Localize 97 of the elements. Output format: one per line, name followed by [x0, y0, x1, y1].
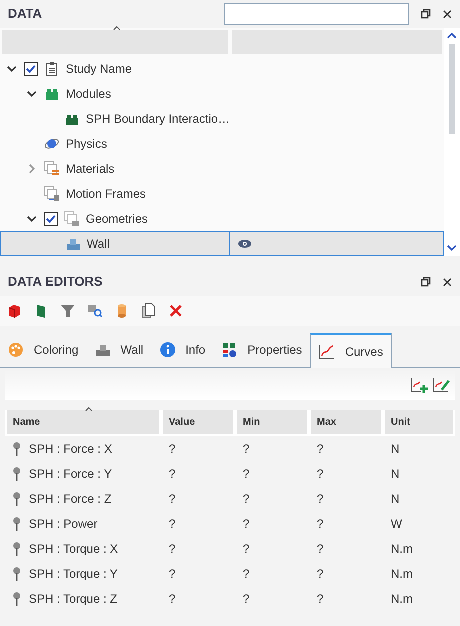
delete-icon[interactable] [168, 303, 184, 319]
float-icon[interactable] [421, 277, 431, 287]
table-cell-text: ? [243, 516, 250, 532]
table-cell-text: SPH : Force : Y [29, 466, 112, 482]
table-cell-text: ? [317, 590, 324, 608]
pin-icon [13, 566, 21, 580]
table-cell-text: SPH : Power [29, 516, 98, 532]
tree-row[interactable]: Physics [0, 131, 230, 156]
column-header[interactable]: Name [7, 410, 159, 434]
tree-row[interactable]: Wall [0, 231, 230, 256]
close-icon[interactable] [443, 278, 452, 286]
panel-title: DATA [8, 5, 44, 24]
table-cell-text: ? [317, 516, 324, 532]
table-cell-text: ? [169, 490, 176, 508]
table-cell-text: ? [317, 440, 324, 458]
table-cell-text: ? [243, 466, 250, 482]
pin-icon [13, 492, 21, 506]
search-field[interactable] [224, 3, 409, 25]
table-cell-text: ? [169, 540, 176, 558]
tree-row[interactable]: Geometries [0, 206, 230, 231]
tree-item-label: Wall [87, 236, 110, 252]
tree-row[interactable]: Materials [0, 156, 230, 181]
tab[interactable]: Curves [310, 333, 392, 368]
tree-row[interactable]: Motion Frames [0, 181, 230, 206]
checkbox[interactable] [44, 212, 58, 226]
scrollbar[interactable] [444, 28, 460, 256]
inspect-icon[interactable] [87, 303, 103, 319]
table-cell-text: ? [243, 566, 250, 582]
table-cell-text: ? [243, 490, 250, 508]
scroll-down-icon[interactable] [447, 244, 457, 252]
tab[interactable]: Info [152, 333, 214, 367]
copy-icon[interactable] [141, 303, 157, 319]
cube-icon[interactable] [6, 303, 22, 319]
pin-icon [13, 542, 21, 556]
table-cell-text: N.m [391, 590, 413, 608]
table-cell-text: ? [169, 566, 176, 582]
panel-title: DATA EDITORS [8, 273, 104, 292]
column-header[interactable]: Value [163, 410, 233, 434]
clipboard-icon [44, 60, 60, 76]
tree-item-label: Materials [66, 160, 115, 178]
column-header[interactable]: Min [237, 410, 307, 434]
table-cell-text: SPH : Torque : Z [29, 590, 118, 608]
table-cell-text: SPH : Torque : Y [29, 566, 118, 582]
tree-item-label: Study Name [66, 60, 132, 78]
chart-icon [319, 344, 336, 360]
add-curve-icon[interactable] [411, 376, 429, 394]
tree-row[interactable]: Study Name [0, 56, 230, 81]
table-cell-text: N [391, 466, 400, 482]
block-icon [94, 342, 111, 358]
table-cell-text: N [391, 440, 400, 458]
pin-icon [13, 442, 21, 456]
table-cell-text: ? [169, 466, 176, 482]
table-cell-text: SPH : Torque : X [29, 540, 118, 558]
table-cell-text: SPH : Force : Z [29, 490, 112, 508]
palette-icon [8, 342, 24, 358]
eye-icon[interactable] [238, 238, 252, 248]
pin-icon [13, 592, 21, 606]
close-icon[interactable] [443, 10, 452, 18]
tree-item-label: Modules [66, 86, 112, 102]
tree-item-label: Geometries [86, 210, 148, 228]
pin-icon [13, 516, 21, 530]
table-cell-text: ? [169, 516, 176, 532]
column-header[interactable]: Max [311, 410, 381, 434]
table-cell-text: N [391, 490, 400, 508]
tree-item-label: Physics [66, 136, 108, 152]
edit-curve-icon[interactable] [433, 376, 451, 394]
table-cell-text: ? [317, 490, 324, 508]
tab[interactable]: Properties [214, 333, 310, 367]
table-cell-text: SPH : Force : X [29, 440, 112, 458]
table-cell-text: W [391, 516, 402, 532]
table-cell-text: N.m [391, 540, 413, 558]
layers-icon [44, 186, 60, 202]
table-cell-text: N.m [391, 566, 413, 582]
tree-item-label: Motion Frames [66, 186, 146, 202]
tree-item-label: SPH Boundary Interactio… [86, 110, 230, 128]
table-cell-text: ? [169, 440, 176, 458]
pin-icon [13, 466, 21, 480]
layers-icon [64, 210, 80, 226]
scroll-up-icon[interactable] [447, 32, 457, 40]
filter-icon[interactable] [60, 303, 76, 319]
info-icon [160, 342, 176, 358]
table-cell-text: ? [243, 440, 250, 458]
table-cell-text: ? [169, 590, 176, 608]
table-cell-text: ? [317, 466, 324, 482]
tree-row[interactable]: SPH Boundary Interactio… [0, 106, 230, 131]
table-cell-text: ? [243, 540, 250, 558]
column-header[interactable]: Unit [385, 410, 453, 434]
properties-icon [222, 342, 238, 358]
layers-icon [44, 160, 60, 176]
tab[interactable]: Wall [86, 333, 152, 367]
float-icon[interactable] [421, 9, 431, 19]
table-cell-text: ? [243, 590, 250, 608]
tab[interactable]: Coloring [0, 333, 87, 367]
table-cell-text: ? [317, 566, 324, 582]
tree-row[interactable]: Modules [0, 81, 230, 106]
checkbox[interactable] [24, 62, 38, 76]
table-cell-text: ? [317, 540, 324, 558]
